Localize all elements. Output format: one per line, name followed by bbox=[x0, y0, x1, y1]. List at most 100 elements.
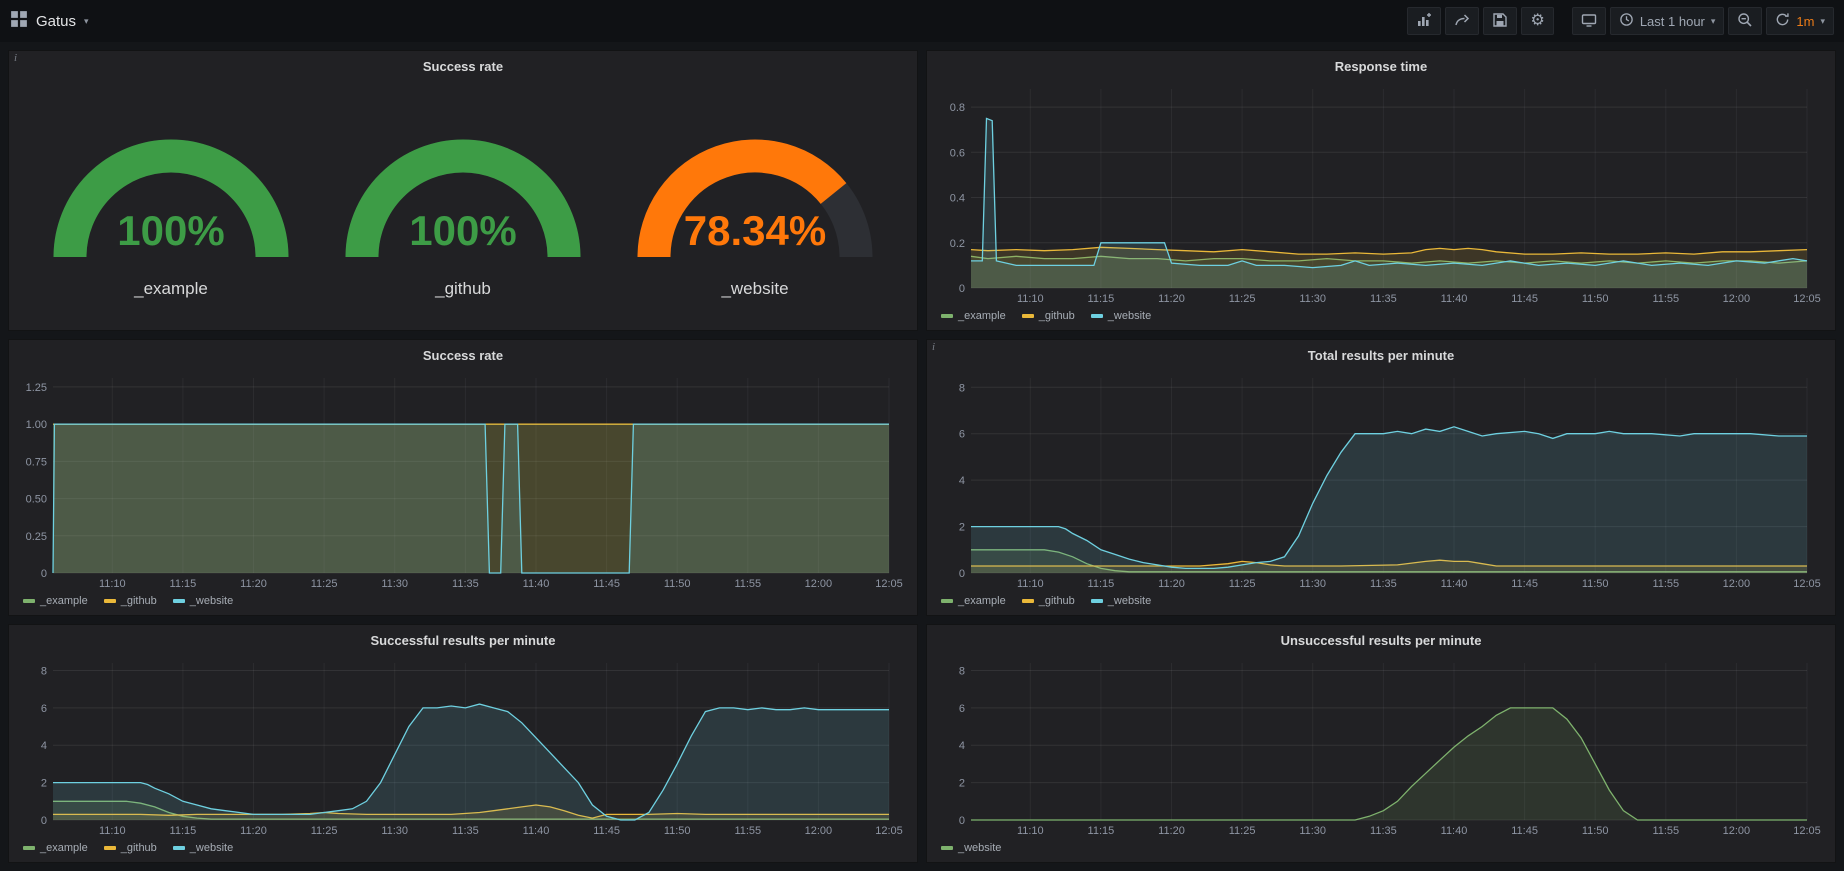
svg-text:2: 2 bbox=[959, 778, 965, 790]
svg-text:11:40: 11:40 bbox=[523, 825, 550, 837]
timeseries-chart[interactable]: 11:1011:1511:2011:2511:3011:3511:4011:45… bbox=[937, 653, 1825, 838]
legend-item-_github[interactable]: _github bbox=[1022, 593, 1075, 609]
legend-item-_example[interactable]: _example bbox=[941, 308, 1006, 324]
svg-text:11:35: 11:35 bbox=[452, 578, 479, 590]
panel-info-icon[interactable]: i bbox=[927, 340, 943, 356]
svg-text:11:55: 11:55 bbox=[1652, 578, 1679, 590]
svg-text:12:00: 12:00 bbox=[1723, 293, 1751, 305]
svg-text:11:45: 11:45 bbox=[593, 578, 620, 590]
svg-text:11:15: 11:15 bbox=[1088, 293, 1115, 305]
panel-info-icon[interactable]: i bbox=[9, 51, 25, 67]
svg-text:11:50: 11:50 bbox=[1582, 293, 1609, 305]
legend-color-icon bbox=[104, 846, 116, 850]
tv-mode-button[interactable] bbox=[1572, 7, 1606, 35]
legend-item-_website[interactable]: _website bbox=[173, 593, 233, 609]
svg-text:11:25: 11:25 bbox=[1229, 293, 1256, 305]
legend-label: _github bbox=[1039, 595, 1075, 607]
panel-title[interactable]: Success rate bbox=[19, 344, 907, 368]
chart-legend: _website bbox=[937, 838, 1825, 856]
save-button[interactable] bbox=[1483, 7, 1517, 35]
svg-text:12:00: 12:00 bbox=[1723, 578, 1751, 590]
share-button[interactable] bbox=[1445, 7, 1479, 35]
panel-title[interactable]: Total results per minute bbox=[937, 344, 1825, 368]
timeseries-chart[interactable]: 11:1011:1511:2011:2511:3011:3511:4011:45… bbox=[937, 368, 1825, 591]
legend-item-_website[interactable]: _website bbox=[1091, 593, 1151, 609]
gauge-label: _website bbox=[721, 279, 788, 299]
svg-text:11:30: 11:30 bbox=[381, 825, 408, 837]
svg-text:11:45: 11:45 bbox=[1511, 825, 1538, 837]
zoom-out-button[interactable] bbox=[1728, 7, 1762, 35]
svg-text:11:10: 11:10 bbox=[99, 578, 126, 590]
panel-title[interactable]: Successful results per minute bbox=[19, 629, 907, 653]
svg-text:11:55: 11:55 bbox=[1652, 293, 1679, 305]
legend-item-_website[interactable]: _website bbox=[173, 840, 233, 856]
svg-text:12:05: 12:05 bbox=[875, 578, 903, 590]
refresh-button[interactable]: 1m ▾ bbox=[1766, 7, 1834, 35]
time-range-label: Last 1 hour bbox=[1640, 14, 1705, 29]
svg-text:11:40: 11:40 bbox=[523, 578, 550, 590]
legend-color-icon bbox=[941, 599, 953, 603]
svg-text:11:30: 11:30 bbox=[1299, 578, 1326, 590]
panel-success-rate-gauges: i Success rate 100%_example100%_github78… bbox=[8, 50, 918, 331]
panel-title[interactable]: Success rate bbox=[19, 55, 907, 79]
legend-item-_example[interactable]: _example bbox=[23, 593, 88, 609]
svg-text:11:20: 11:20 bbox=[1158, 825, 1185, 837]
svg-text:12:05: 12:05 bbox=[1793, 293, 1821, 305]
timeseries-chart[interactable]: 11:1011:1511:2011:2511:3011:3511:4011:45… bbox=[19, 368, 907, 591]
svg-text:11:50: 11:50 bbox=[1582, 825, 1609, 837]
clock-icon bbox=[1619, 12, 1634, 30]
svg-text:12:05: 12:05 bbox=[1793, 578, 1821, 590]
svg-text:11:55: 11:55 bbox=[734, 825, 761, 837]
svg-text:2: 2 bbox=[41, 778, 47, 790]
panel-title[interactable]: Unsuccessful results per minute bbox=[937, 629, 1825, 653]
svg-text:11:50: 11:50 bbox=[664, 578, 691, 590]
dashboard-grid-icon[interactable] bbox=[10, 10, 28, 33]
timeseries-chart[interactable]: 11:1011:1511:2011:2511:3011:3511:4011:45… bbox=[937, 79, 1825, 306]
svg-text:11:10: 11:10 bbox=[1017, 578, 1044, 590]
svg-text:11:30: 11:30 bbox=[381, 578, 408, 590]
svg-text:6: 6 bbox=[41, 703, 47, 715]
timeseries-chart[interactable]: 11:1011:1511:2011:2511:3011:3511:4011:45… bbox=[19, 653, 907, 838]
svg-text:11:45: 11:45 bbox=[1511, 578, 1538, 590]
add-panel-button[interactable] bbox=[1407, 7, 1441, 35]
svg-text:12:05: 12:05 bbox=[875, 825, 903, 837]
svg-text:11:20: 11:20 bbox=[240, 825, 267, 837]
legend-label: _website bbox=[1108, 310, 1151, 322]
svg-text:11:30: 11:30 bbox=[1299, 825, 1326, 837]
panel-title[interactable]: Response time bbox=[937, 55, 1825, 79]
svg-text:11:35: 11:35 bbox=[452, 825, 479, 837]
svg-text:0.6: 0.6 bbox=[950, 147, 965, 159]
gauge-_github: 100%_github bbox=[323, 105, 603, 299]
legend-item-_github[interactable]: _github bbox=[1022, 308, 1075, 324]
settings-button[interactable]: ⚙ bbox=[1521, 7, 1553, 35]
svg-text:0.8: 0.8 bbox=[950, 102, 965, 114]
svg-text:1.25: 1.25 bbox=[26, 382, 47, 394]
chart-svg: 11:1011:1511:2011:2511:3011:3511:4011:45… bbox=[937, 368, 1825, 591]
legend-item-_github[interactable]: _github bbox=[104, 840, 157, 856]
svg-text:8: 8 bbox=[959, 666, 965, 678]
svg-text:11:30: 11:30 bbox=[1299, 293, 1326, 305]
dashboard-title[interactable]: Gatus bbox=[36, 13, 76, 30]
svg-text:11:40: 11:40 bbox=[1441, 293, 1468, 305]
panel-total-results: i Total results per minute 11:1011:1511:… bbox=[926, 339, 1836, 616]
legend-item-_github[interactable]: _github bbox=[104, 593, 157, 609]
chevron-down-icon[interactable]: ▾ bbox=[84, 17, 89, 26]
svg-text:11:25: 11:25 bbox=[311, 825, 338, 837]
legend-color-icon bbox=[1091, 314, 1103, 318]
legend-item-_example[interactable]: _example bbox=[941, 593, 1006, 609]
legend-item-_website[interactable]: _website bbox=[1091, 308, 1151, 324]
navbar-right: ⚙ Last 1 hour ▾ 1m ▾ bbox=[1407, 7, 1834, 35]
svg-text:11:20: 11:20 bbox=[240, 578, 267, 590]
legend-item-_example[interactable]: _example bbox=[23, 840, 88, 856]
gauge-_example: 100%_example bbox=[31, 105, 311, 299]
gear-icon: ⚙ bbox=[1530, 13, 1544, 29]
zoom-out-icon bbox=[1737, 12, 1753, 31]
svg-text:8: 8 bbox=[41, 666, 47, 678]
legend-item-_website[interactable]: _website bbox=[941, 840, 1001, 856]
time-range-button[interactable]: Last 1 hour ▾ bbox=[1610, 7, 1725, 35]
legend-label: _website bbox=[958, 842, 1001, 854]
svg-text:4: 4 bbox=[41, 740, 47, 752]
gauge-arc: 100% bbox=[31, 105, 311, 277]
svg-text:2: 2 bbox=[959, 522, 965, 534]
svg-text:0: 0 bbox=[41, 568, 47, 580]
